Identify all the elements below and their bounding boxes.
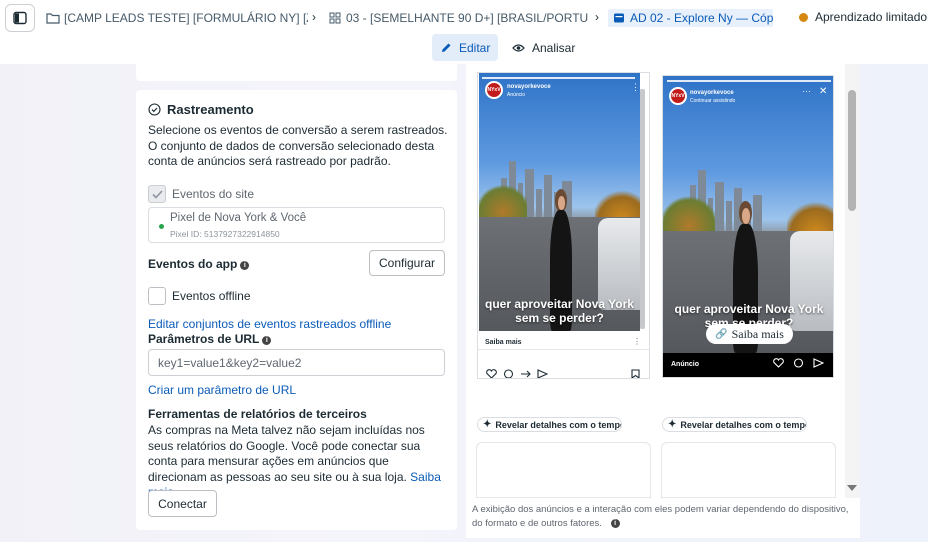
url-params-label-row: Parâmetros de URL i — [148, 332, 272, 346]
preview-placeholder-left — [476, 442, 651, 498]
pixel-card: Pixel de Nova York & Você Pixel ID: 5137… — [148, 207, 445, 243]
reveal-details-label: Revelar detalhes com o tempo — [495, 419, 622, 430]
reveal-details-button-left[interactable]: ✦ Revelar detalhes com o tempo — [477, 417, 622, 432]
tab-analyze[interactable]: Analisar — [512, 34, 575, 61]
tab-edit-label: Editar — [459, 40, 491, 55]
cta-sticker-right[interactable]: 🔗 Saiba mais — [706, 324, 793, 344]
status-dot-icon — [799, 12, 808, 22]
site-events-checkbox[interactable] — [148, 185, 166, 203]
close-icon[interactable]: ✕ — [819, 86, 827, 97]
sponsored-label: Anúncio — [507, 92, 526, 98]
panel-toggle-button[interactable] — [5, 4, 35, 32]
check-circle-icon — [148, 103, 161, 116]
reveal-details-label: Revelar detalhes com o tempo — [680, 419, 807, 430]
page-name-block: novayorkevoce Anúncio — [507, 83, 551, 99]
info-icon[interactable]: i — [610, 519, 620, 528]
cta-label-right: Saiba mais — [731, 326, 784, 341]
pixel-active-dot — [159, 224, 164, 229]
third-party-text: As compras na Meta talvez não sejam incl… — [148, 423, 425, 484]
create-url-param-link[interactable]: Criar um parâmetro de URL — [148, 383, 296, 397]
breadcrumb-ad-label: AD 02 - Explore Ny — Cópia — [630, 11, 773, 25]
send-icon[interactable] — [537, 369, 548, 379]
cta-label-left[interactable]: Saiba mais — [485, 339, 522, 346]
pencil-icon — [442, 43, 451, 52]
tracking-description: Selecione os eventos de conversão a sere… — [148, 123, 448, 168]
status-label: Aprendizado limitado — [815, 10, 928, 24]
offline-events-label: Eventos offline — [172, 289, 251, 303]
app-events-label: Eventos do app — [148, 257, 238, 271]
tab-edit[interactable]: Editar — [432, 34, 498, 61]
pixel-id: Pixel ID: 5137927322914850 — [170, 229, 280, 239]
chevron-right-icon: › — [312, 10, 316, 24]
connect-button[interactable]: Conectar — [148, 490, 217, 517]
pixel-name: Pixel de Nova York & Você — [170, 212, 307, 224]
third-party-text-block: As compras na Meta talvez não sejam incl… — [148, 423, 448, 501]
breadcrumb-campaign-label: [CAMP LEADS TESTE] [FORMULÁRIO NY] [ZU — [64, 11, 308, 25]
sparkle-icon: ✦ — [668, 419, 677, 430]
edit-offline-events-link[interactable]: Editar conjuntos de eventos rastreados o… — [148, 317, 391, 331]
continue-watching-label: Continuar assistindo — [690, 98, 736, 104]
previous-section-card — [136, 64, 457, 81]
tracking-title: Rastreamento — [167, 102, 254, 117]
third-party-title: Ferramentas de relatórios de terceiros — [148, 407, 367, 421]
grid-icon — [328, 11, 342, 25]
more-icon: ⋮ — [633, 337, 641, 346]
url-params-label: Parâmetros de URL — [148, 332, 260, 346]
site-events-label: Eventos do site — [172, 187, 255, 201]
page-avatar: NYxV — [485, 81, 503, 99]
story-sponsored-label: Anúncio — [671, 361, 699, 368]
preview-scrollbar-thumb[interactable] — [848, 90, 856, 211]
info-icon[interactable]: i — [262, 336, 272, 345]
page-name: novayorkevoce — [690, 90, 734, 96]
preview-disclaimer-text: A exibição dos anúncios e a interação co… — [472, 504, 849, 529]
sidebar-toggle-icon — [13, 11, 27, 25]
comment-icon[interactable] — [503, 369, 514, 379]
offline-events-row: Eventos offline — [148, 287, 251, 305]
page-avatar: NYxV — [669, 87, 687, 105]
offline-events-checkbox[interactable] — [148, 287, 166, 305]
heart-icon[interactable] — [773, 358, 784, 368]
scroll-down-arrow-icon[interactable] — [847, 485, 857, 491]
top-bar: [CAMP LEADS TESTE] [FORMULÁRIO NY] [ZU ›… — [0, 0, 928, 34]
ad-video-frame: quer aproveitar Nova York sem se perder? — [479, 73, 640, 331]
share-icon[interactable] — [520, 369, 531, 379]
preview-feed-left[interactable]: quer aproveitar Nova York sem se perder?… — [477, 72, 650, 379]
preview-story-right[interactable]: quer aproveitar Nova York sem se perder?… — [662, 75, 834, 378]
reveal-details-button-right[interactable]: ✦ Revelar detalhes com o tempo — [662, 417, 807, 432]
sparkle-icon: ✦ — [483, 419, 492, 430]
delivery-status: Aprendizado limitado — [799, 10, 927, 24]
url-params-input[interactable]: key1=value1&key2=value2 — [148, 349, 445, 376]
page-name: novayorkevoce — [507, 84, 551, 90]
breadcrumb-adset[interactable]: 03 - [SEMELHANTE 90 D+] [BRASIL/PORTUG — [328, 9, 588, 27]
preview-disclaimer: A exibição dos anúncios e a interação co… — [472, 503, 852, 531]
tracking-header: Rastreamento — [148, 102, 254, 117]
more-options-icon[interactable]: ⋮ — [631, 82, 640, 93]
info-icon[interactable]: i — [240, 261, 250, 270]
story-actions — [773, 358, 824, 368]
comment-icon[interactable] — [793, 358, 804, 368]
feed-actions — [486, 369, 548, 379]
folder-icon — [46, 11, 60, 25]
ad-story-frame: quer aproveitar Nova York sem se perder? — [663, 76, 833, 353]
send-icon[interactable] — [813, 358, 824, 368]
link-icon: 🔗 — [715, 328, 728, 340]
breadcrumb-adset-label: 03 - [SEMELHANTE 90 D+] [BRASIL/PORTUG — [346, 11, 588, 25]
configure-button[interactable]: Configurar — [369, 250, 445, 276]
more-options-icon[interactable]: ··· — [802, 86, 811, 96]
preview-placeholder-right — [661, 442, 836, 498]
tab-analyze-label: Analisar — [532, 40, 576, 55]
site-events-row: Eventos do site — [148, 185, 254, 203]
page-name-block: novayorkevoce Continuar assistindo — [690, 89, 735, 105]
app-events-label-row: Eventos do app i — [148, 257, 250, 271]
eye-icon — [512, 43, 525, 52]
mode-tabs: Editar Analisar — [0, 34, 928, 64]
checkmark-icon — [151, 189, 163, 199]
ad-caption-left: quer aproveitar Nova York sem se perder? — [485, 297, 634, 325]
chevron-right-icon: › — [595, 10, 599, 24]
breadcrumb-campaign[interactable]: [CAMP LEADS TESTE] [FORMULÁRIO NY] [ZU — [46, 9, 308, 27]
bookmark-icon[interactable] — [631, 369, 640, 379]
breadcrumb-ad[interactable]: AD 02 - Explore Ny — Cópia — [608, 9, 773, 27]
heart-icon[interactable] — [486, 369, 497, 379]
ad-icon — [612, 11, 626, 25]
